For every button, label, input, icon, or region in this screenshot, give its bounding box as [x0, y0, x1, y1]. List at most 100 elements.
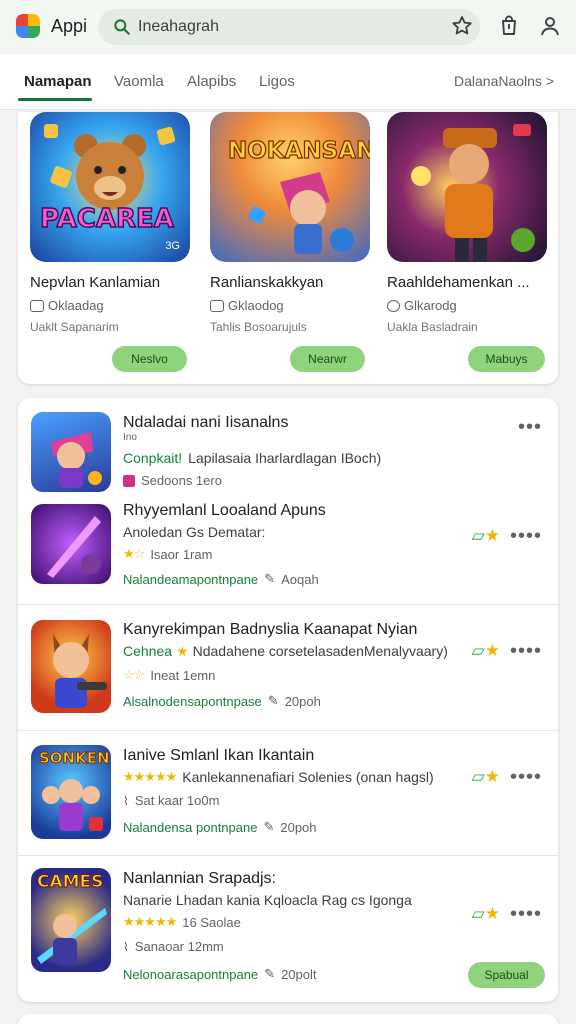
search-bar[interactable]: Ineahagrah — [98, 9, 480, 45]
rating-icon — [210, 299, 224, 312]
status-text: Alsalnodensapontnpase — [123, 693, 262, 709]
art-badge: 3G — [165, 240, 180, 252]
search-icon — [114, 19, 130, 35]
rating-stars-icon: ★★★★★ — [123, 769, 177, 784]
rating-stars-icon: ★☆ — [123, 546, 145, 561]
app-thumbnail[interactable]: NOKANSAN — [210, 112, 370, 262]
list-section-desc: Conpkait! Lapilasaia Iharlardlagan IBoch… — [123, 450, 381, 466]
app-thumbnail[interactable] — [31, 412, 111, 492]
wishlist-icon[interactable]: ▱★ — [472, 767, 500, 787]
install-button[interactable]: Mabuys — [468, 346, 545, 372]
app-title[interactable]: Ianive Smlanl Ikan Ikantain — [123, 747, 314, 765]
status-text: Nelonoarasapontnpane — [123, 966, 259, 982]
app-thumbnail[interactable] — [31, 504, 111, 584]
art-title-text: NOKANSAN — [227, 137, 370, 164]
wishlist-icon[interactable]: ▱★ — [472, 904, 500, 924]
app-rating: ★★★★★ 16 Saolae — [123, 914, 241, 930]
tab-namapan[interactable]: Namapan — [24, 73, 92, 90]
active-tab-indicator — [18, 98, 92, 101]
tab-ligos[interactable]: Ligos — [259, 73, 295, 90]
highlight-text: Cehnea — [123, 643, 173, 659]
info-icon: ⌇ — [123, 939, 129, 954]
row-actions: ••• — [518, 417, 542, 437]
app-meta-text: Gklaodog — [228, 298, 284, 313]
row-actions: ▱★ •••• — [472, 526, 542, 546]
rating-text: Sat kaar 1o0m — [134, 793, 220, 808]
more-options-icon[interactable]: •••• — [510, 526, 542, 546]
tag-text: 20polt — [281, 966, 317, 982]
row-actions: ▱★ •••• — [472, 904, 542, 924]
hero-game-art — [248, 172, 354, 254]
app-list-card: Ndaladai nani Iisanalns Ino Conpkait! La… — [18, 398, 558, 1002]
desc-text: Lapilasaia Iharlardlagan IBoch) — [188, 450, 382, 466]
list-section-meta: Sedoons 1ero — [123, 473, 222, 488]
tag-icon — [123, 474, 135, 487]
star-icon[interactable] — [450, 14, 474, 38]
next-card-peek — [18, 1014, 558, 1024]
install-button[interactable]: Nearwr — [290, 346, 365, 372]
shopping-bag-icon[interactable] — [497, 14, 521, 38]
top-app-bar: Appi Ineahagrah — [0, 0, 576, 54]
app-logo-icon[interactable] — [16, 14, 40, 38]
size-text: Sanaoar 12mm — [134, 939, 224, 954]
more-options-icon[interactable]: ••• — [518, 417, 542, 437]
app-rating: ⌇ Sat kaar 1o0m — [123, 793, 219, 808]
wishlist-icon[interactable]: ▱★ — [472, 641, 500, 661]
featured-carousel: PACAREA 3G Nepvlan Kanlamian Oklaadag Ua… — [18, 112, 558, 384]
app-thumbnail[interactable]: PACAREA 3G — [30, 112, 190, 262]
fox-hero-art — [53, 634, 107, 708]
pen-icon: ✎ — [267, 693, 279, 708]
list-item[interactable]: Rhyyemlanl Looaland Apuns Anoledan Gs De… — [18, 498, 558, 604]
app-title[interactable]: Nanlannian Srapadjs: — [123, 870, 276, 888]
app-title[interactable]: Nepvlan Kanlamian — [30, 274, 160, 291]
row-actions: ▱★ •••• — [472, 767, 542, 787]
pen-icon: ✎ — [264, 966, 276, 981]
pen-icon: ✎ — [264, 571, 276, 586]
tab-alapibs[interactable]: Alapibs — [187, 73, 236, 90]
app-developer: Tahlis Bosoarujuls — [210, 320, 307, 334]
app-thumbnail[interactable] — [31, 620, 111, 713]
see-more-link[interactable]: DalanaNaolns > — [454, 73, 554, 89]
list-item[interactable]: SONKEN Ianive Smlanl Ikan Ikantain ★★★★★… — [18, 731, 558, 855]
search-input[interactable]: Ineahagrah — [138, 18, 219, 36]
list-section-title[interactable]: Ndaladai nani Iisanalns — [123, 414, 288, 432]
tag-text: Aoqah — [281, 571, 319, 587]
desc-text: Ndadahene corsetelasadenMenalyvaary) — [192, 643, 448, 659]
girl-game-art — [51, 432, 102, 488]
app-status: Nelonoarasapontnpane ✎ 20polt — [123, 966, 317, 982]
app-title[interactable]: Kanyrekimpan Badnyslia Kaanapat Nyian — [123, 621, 417, 639]
category-tabs: Namapan Vaomla Alapibs Ligos DalanaNaoln… — [0, 54, 576, 110]
list-item[interactable]: Kanyrekimpan Badnyslia Kaanapat Nyian Ce… — [18, 605, 558, 730]
app-developer: Uakla Basladrain — [387, 320, 478, 334]
app-thumbnail[interactable]: CAMES — [31, 868, 111, 972]
sword-game-art — [47, 516, 101, 578]
wishlist-icon[interactable]: ▱★ — [472, 526, 500, 546]
more-options-icon[interactable]: •••• — [510, 904, 542, 924]
account-icon[interactable] — [538, 14, 562, 38]
app-meta: Gklaodog — [210, 298, 284, 313]
install-button[interactable]: Neslvo — [112, 346, 187, 372]
app-status: Nalandensa pontnpane ✎ 20poh — [123, 819, 317, 835]
more-options-icon[interactable]: •••• — [510, 641, 542, 661]
rating-text: Isaor 1ram — [150, 546, 213, 562]
rating-text: Ineat 1emn — [150, 667, 216, 683]
app-title[interactable]: Raahldehamenkan ... — [387, 274, 530, 291]
more-options-icon[interactable]: •••• — [510, 767, 542, 787]
info-icon: ⌇ — [123, 793, 129, 808]
app-status: Alsalnodensapontnpase ✎ 20poh — [123, 693, 321, 709]
rating-icon — [30, 299, 44, 312]
app-thumbnail[interactable] — [387, 112, 547, 262]
star-icon: ★ — [176, 643, 189, 659]
app-developer: Uaklt Sapanarim — [30, 320, 119, 334]
tab-vaomla[interactable]: Vaomla — [114, 73, 164, 90]
app-title[interactable]: Ranlianskakkyan — [210, 274, 323, 291]
app-size: ⌇ Sanaoar 12mm — [123, 939, 224, 954]
row-actions: ▱★ •••• — [472, 641, 542, 661]
install-button[interactable]: Spabual — [468, 962, 545, 988]
art-title-text: SONKEN — [39, 749, 111, 768]
app-thumbnail[interactable]: SONKEN — [31, 745, 111, 839]
app-subtitle: ★★★★★ Kanlekannenafiari Solenies (onan h… — [123, 769, 434, 785]
app-title[interactable]: Rhyyemlanl Looaland Apuns — [123, 502, 326, 520]
app-title: Appi — [51, 16, 88, 36]
list-item[interactable]: CAMES Nanlannian Srapadjs: Nanarie Lhada… — [18, 856, 558, 1002]
